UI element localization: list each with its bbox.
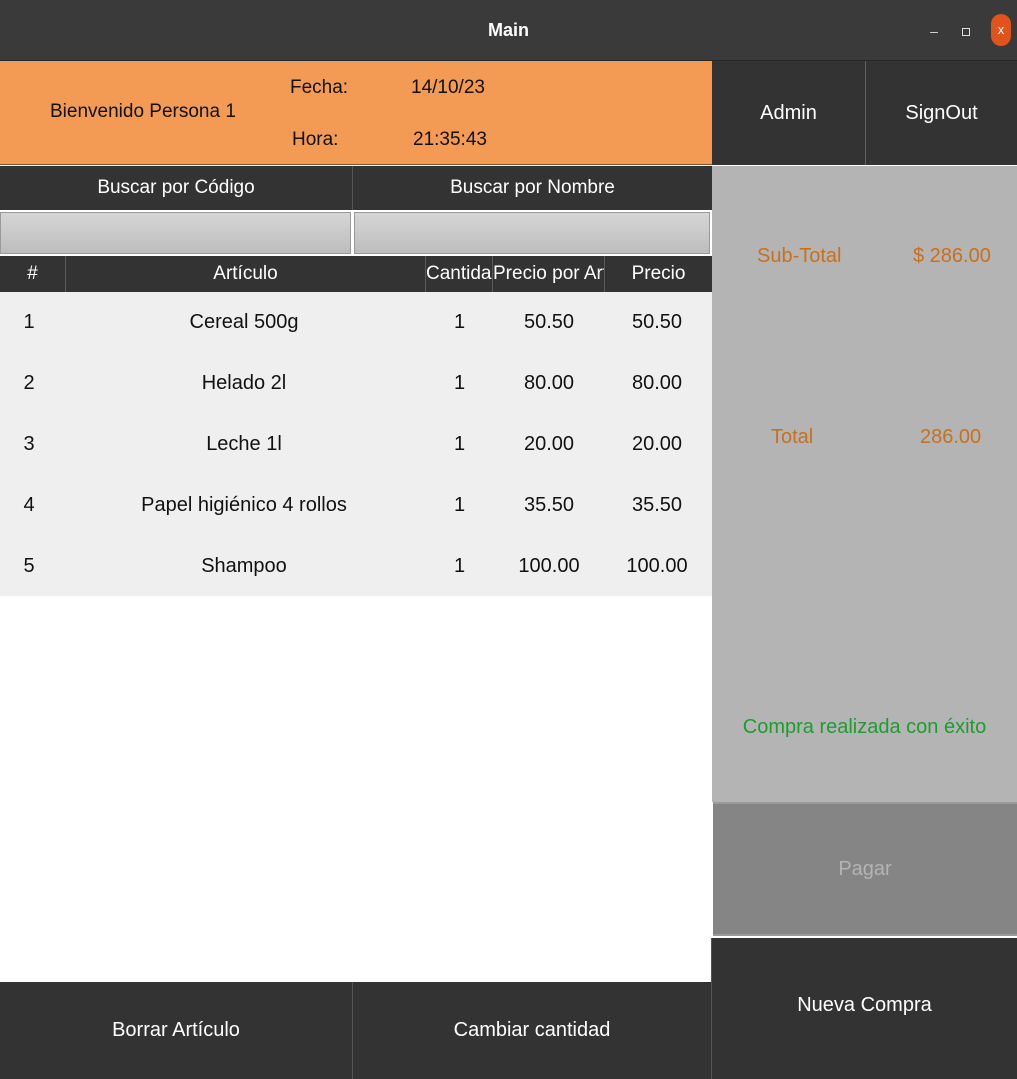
date-label: Fecha: <box>290 77 349 98</box>
subtotal-label: Sub-Total <box>757 245 842 267</box>
cell-quantity: 1 <box>453 372 466 394</box>
cell-unit-price: 35.50 <box>523 494 575 516</box>
cell-article: Shampoo <box>201 555 287 577</box>
column-header-number[interactable]: # <box>0 256 66 292</box>
time-value: 21:35:43 <box>413 129 487 150</box>
change-quantity-button[interactable]: Cambiar cantidad <box>353 982 711 1079</box>
total-value: 286.00 <box>920 426 982 448</box>
cell-article: Cereal 500g <box>189 311 299 333</box>
cell-unit-price: 50.50 <box>523 311 575 333</box>
new-purchase-button[interactable]: Nueva Compra <box>712 938 1017 1079</box>
cell-number: 1 <box>23 311 35 333</box>
articles-table: 1 Cereal 500g 1 50.50 50.50 2 Helado 2l … <box>0 292 712 596</box>
table-header: # Artículo Cantidad Precio por Artícul P… <box>0 256 712 292</box>
cell-number: 5 <box>23 555 35 577</box>
cell-unit-price: 20.00 <box>523 433 575 455</box>
maximize-square <box>962 28 970 36</box>
column-header-price[interactable]: Precio <box>605 256 712 292</box>
date-value: 14/10/23 <box>411 77 485 98</box>
cell-price: 80.00 <box>631 372 683 394</box>
column-header-unit-price[interactable]: Precio por Artícul <box>493 256 605 292</box>
purchase-status-message: Compra realizada con éxito <box>742 716 987 738</box>
search-by-name-label: Buscar por Nombre <box>353 166 712 210</box>
admin-button[interactable]: Admin <box>712 61 865 165</box>
cell-quantity: 1 <box>453 494 466 516</box>
maximize-icon[interactable] <box>958 20 974 42</box>
cell-price: 35.50 <box>631 494 683 516</box>
cell-quantity: 1 <box>453 555 466 577</box>
title-bar: Main – x <box>0 0 1017 61</box>
table-row[interactable]: 2 Helado 2l 1 80.00 80.00 <box>0 353 712 414</box>
cell-article: Papel higiénico 4 rollos <box>141 494 347 516</box>
subtotal-value: $ 286.00 <box>913 245 991 267</box>
welcome-header: Bienvenido Persona 1 Fecha: 14/10/23 Hor… <box>0 61 712 165</box>
table-row[interactable]: 4 Papel higiénico 4 rollos 1 35.50 35.50 <box>0 475 712 536</box>
column-header-quantity[interactable]: Cantidad <box>426 256 493 292</box>
cell-number: 2 <box>23 372 35 394</box>
table-empty-area <box>0 596 712 982</box>
signout-button[interactable]: SignOut <box>866 61 1017 165</box>
minimize-icon[interactable]: – <box>926 20 942 42</box>
cell-quantity: 1 <box>453 433 466 455</box>
column-header-article[interactable]: Artículo <box>66 256 426 292</box>
cell-quantity: 1 <box>453 311 466 333</box>
welcome-text: Bienvenido Persona 1 <box>50 101 236 122</box>
cell-unit-price: 100.00 <box>518 555 580 577</box>
search-by-code-label: Buscar por Código <box>0 166 352 210</box>
pay-button[interactable]: Pagar <box>713 802 1017 936</box>
cell-article: Helado 2l <box>201 372 287 394</box>
table-row[interactable]: 1 Cereal 500g 1 50.50 50.50 <box>0 292 712 353</box>
cell-price: 100.00 <box>626 555 688 577</box>
cell-article: Leche 1l <box>206 433 282 455</box>
table-row[interactable]: 3 Leche 1l 1 20.00 20.00 <box>0 414 712 475</box>
search-name-input[interactable] <box>354 212 710 254</box>
cell-price: 50.50 <box>631 311 683 333</box>
close-icon[interactable]: x <box>991 14 1011 46</box>
window-title: Main <box>487 20 529 40</box>
search-code-input[interactable] <box>0 212 351 254</box>
cell-number: 4 <box>23 494 35 516</box>
time-label: Hora: <box>292 129 339 150</box>
cell-price: 20.00 <box>631 433 683 455</box>
total-label: Total <box>771 426 814 448</box>
cell-unit-price: 80.00 <box>523 372 575 394</box>
cell-number: 3 <box>23 433 35 455</box>
table-row[interactable]: 5 Shampoo 1 100.00 100.00 <box>0 536 712 597</box>
delete-item-button[interactable]: Borrar Artículo <box>0 982 352 1079</box>
